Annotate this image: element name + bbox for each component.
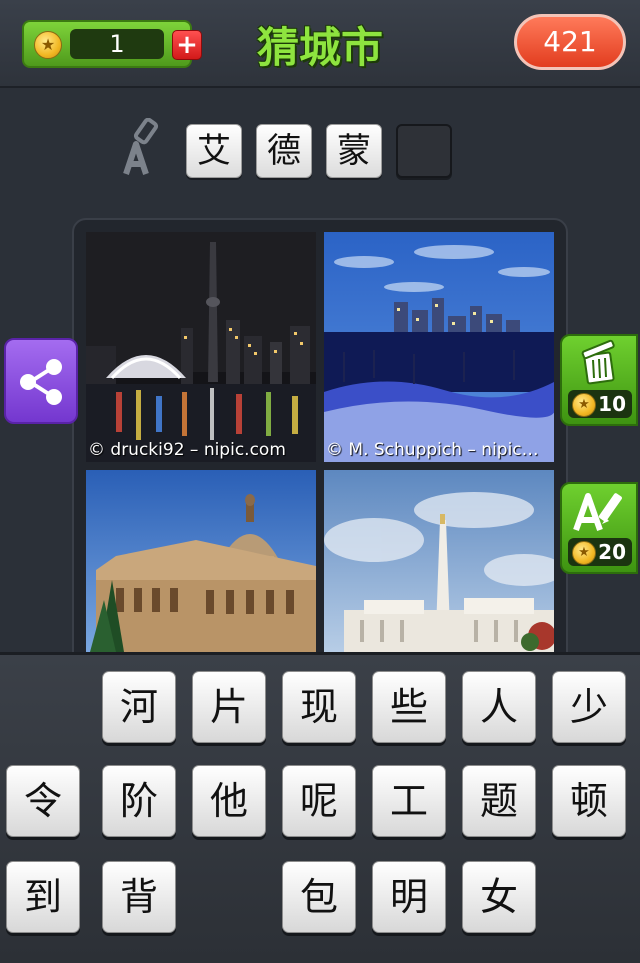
photo-winter-skyline[interactable]: © M. Schuppich – nipic… — [324, 232, 554, 462]
photo-legislature[interactable] — [86, 470, 316, 652]
coin-icon: ★ — [572, 393, 596, 417]
letter-key[interactable]: 背 — [102, 861, 176, 933]
photo-credit: © M. Schuppich – nipic… — [326, 440, 539, 460]
letter-key[interactable]: 人 — [462, 671, 536, 743]
letter-key[interactable]: 些 — [372, 671, 446, 743]
night-skyline-image — [86, 232, 316, 462]
coin-icon: ★ — [34, 31, 62, 59]
top-bar: ★ 1 + 猜城市 421 — [0, 0, 640, 88]
hint-wand-icon[interactable] — [118, 118, 168, 178]
trash-icon — [581, 339, 615, 385]
letter-key[interactable]: 呢 — [282, 765, 356, 837]
letter-key[interactable]: 顿 — [552, 765, 626, 837]
letter-key[interactable]: 他 — [192, 765, 266, 837]
letter-key[interactable]: 现 — [282, 671, 356, 743]
letter-key[interactable]: 题 — [462, 765, 536, 837]
photo-night-skyline[interactable]: © drucki92 – nipic.com — [86, 232, 316, 462]
letter-keyboard: 河 片 现 些 人 少 令 阶 他 呢 工 题 顿 到 背 包 明 女 — [0, 652, 640, 963]
letter-key[interactable]: 少 — [552, 671, 626, 743]
letter-key[interactable]: 到 — [6, 861, 80, 933]
remove-letters-button[interactable]: ★ 10 — [560, 334, 638, 426]
letter-key[interactable]: 明 — [372, 861, 446, 933]
letter-key[interactable]: 令 — [6, 765, 80, 837]
answer-tile-empty[interactable] — [396, 124, 452, 178]
answer-tile[interactable]: 蒙 — [326, 124, 382, 178]
add-coins-button[interactable]: + — [172, 30, 202, 60]
remove-letters-cost: ★ 10 — [568, 390, 632, 418]
coin-counter: ★ 1 + — [22, 20, 202, 68]
letter-key[interactable]: 河 — [102, 671, 176, 743]
coin-icon: ★ — [572, 541, 596, 565]
photo-temple[interactable] — [324, 470, 554, 652]
share-icon — [20, 359, 62, 405]
coin-count: 1 — [70, 29, 164, 59]
letter-key[interactable]: 包 — [282, 861, 356, 933]
reveal-letter-cost: ★ 20 — [568, 538, 632, 566]
plus-icon: + — [176, 30, 198, 60]
letter-key[interactable]: 阶 — [102, 765, 176, 837]
page-title: 猜城市 — [256, 23, 383, 72]
temple-image — [324, 470, 554, 652]
letter-key[interactable]: 工 — [372, 765, 446, 837]
letter-key[interactable]: 片 — [192, 671, 266, 743]
reveal-letter-icon — [573, 493, 622, 531]
share-button[interactable] — [4, 338, 78, 424]
winter-skyline-image — [324, 232, 554, 462]
letter-key[interactable]: 女 — [462, 861, 536, 933]
legislature-image — [86, 470, 316, 652]
answer-tile[interactable]: 德 — [256, 124, 312, 178]
answer-tile[interactable]: 艾 — [186, 124, 242, 178]
reveal-letter-button[interactable]: ★ 20 — [560, 482, 638, 574]
photo-credit: © drucki92 – nipic.com — [88, 440, 286, 460]
score-badge[interactable]: 421 — [514, 14, 626, 70]
